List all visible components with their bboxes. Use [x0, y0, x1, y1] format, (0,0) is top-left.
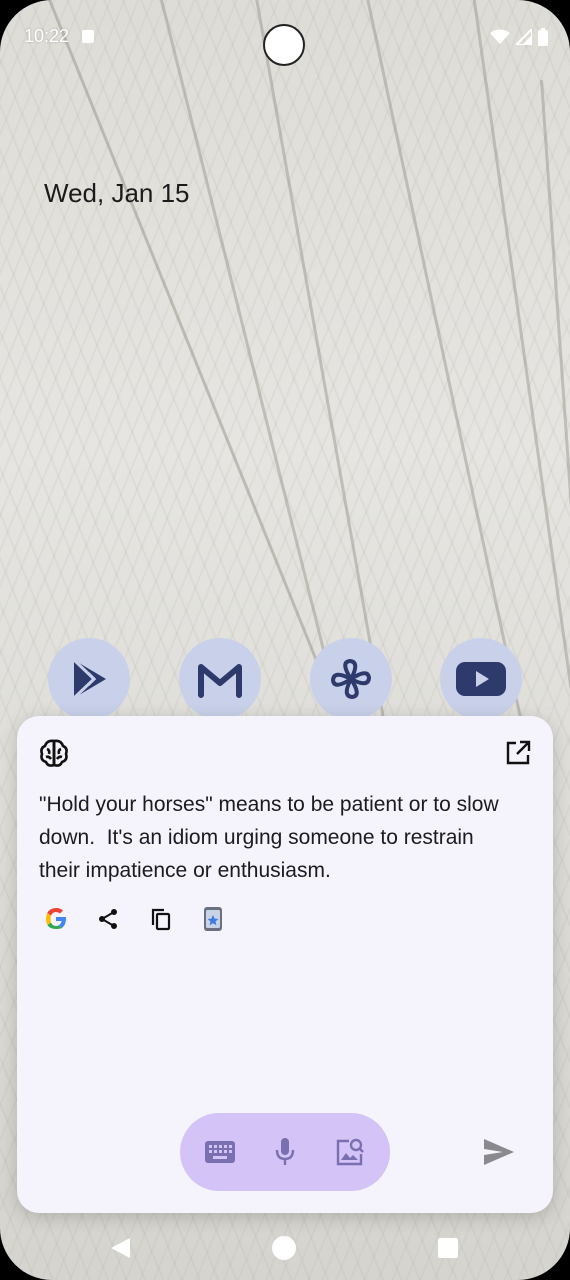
brain-icon	[39, 738, 69, 773]
image-search-icon[interactable]	[330, 1132, 370, 1172]
status-icons	[490, 28, 548, 46]
play-store-glyph	[72, 658, 106, 700]
gmail-glyph	[198, 664, 242, 698]
answer-text: "Hold your horses" means to be patient o…	[39, 793, 505, 882]
open-external-icon[interactable]	[505, 740, 531, 771]
signal-icon	[516, 29, 532, 45]
input-mode-pill	[180, 1113, 390, 1191]
home-date[interactable]: Wed, Jan 15	[44, 178, 190, 209]
camera-cutout	[263, 24, 305, 66]
pinwheel-icon[interactable]	[310, 638, 392, 720]
navigation-bar	[0, 1215, 570, 1280]
gmail-icon[interactable]	[179, 638, 261, 720]
share-icon[interactable]	[96, 904, 149, 934]
battery-icon	[538, 28, 548, 46]
answer-actions	[43, 904, 255, 934]
recents-icon[interactable]	[432, 1232, 464, 1264]
back-icon[interactable]	[104, 1232, 136, 1264]
mic-icon[interactable]	[265, 1132, 305, 1172]
status-time: 10:22	[24, 26, 70, 46]
phone-screen: 10:22 Wed, Jan 15 "Hold your horses" mea…	[0, 0, 570, 1280]
a-icon	[82, 30, 94, 43]
home-icon[interactable]	[268, 1232, 300, 1264]
copy-icon[interactable]	[149, 904, 202, 934]
send-icon[interactable]	[481, 1134, 517, 1170]
google-icon[interactable]	[43, 904, 96, 934]
play-store-icon[interactable]	[48, 638, 130, 720]
assistant-panel: "Hold your horses" means to be patient o…	[17, 716, 553, 1213]
pinwheel-glyph	[331, 659, 371, 699]
wallpaper-strand	[540, 79, 570, 779]
app-shortcut-icon[interactable]	[202, 904, 255, 934]
wallpaper-strand	[40, 0, 328, 686]
keyboard-icon[interactable]	[200, 1132, 240, 1172]
youtube-glyph	[456, 662, 506, 696]
wifi-icon	[490, 29, 510, 44]
youtube-icon[interactable]	[440, 638, 522, 720]
app-dock	[48, 638, 522, 720]
